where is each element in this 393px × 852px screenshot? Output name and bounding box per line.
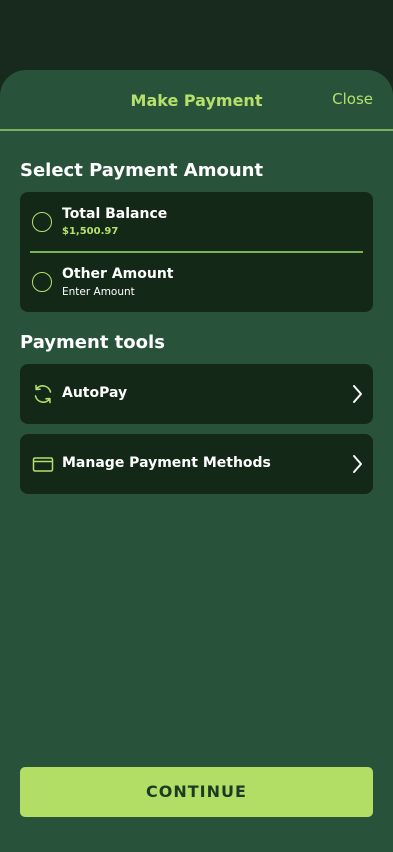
chevron-right-icon: [351, 454, 363, 474]
other-amount-label: Other Amount: [62, 266, 174, 282]
total-balance-label: Total Balance: [62, 206, 168, 222]
close-button[interactable]: Close: [332, 90, 373, 108]
continue-button[interactable]: CONTINUE: [20, 767, 373, 817]
total-balance-radio[interactable]: [32, 212, 52, 232]
total-balance-option[interactable]: Total Balance $1,500.97: [20, 192, 373, 252]
total-balance-amount: $1,500.97: [62, 226, 119, 237]
sheet-header: Make Payment Close: [0, 70, 393, 131]
other-amount-hint: Enter Amount: [62, 286, 135, 298]
chevron-right-icon: [351, 384, 363, 404]
autopay-label: AutoPay: [62, 385, 128, 401]
other-amount-option[interactable]: Other Amount Enter Amount: [20, 252, 373, 312]
wallet-icon: [32, 453, 54, 475]
autopay-item[interactable]: AutoPay: [20, 364, 373, 424]
select-amount-heading: Select Payment Amount: [20, 160, 264, 181]
other-amount-radio[interactable]: [32, 272, 52, 292]
refresh-icon: [32, 383, 54, 405]
manage-payment-methods-item[interactable]: Manage Payment Methods: [20, 434, 373, 494]
payment-tools-heading: Payment tools: [20, 332, 165, 353]
amount-options-card: Total Balance $1,500.97 Other Amount Ent…: [20, 192, 373, 312]
payment-sheet: Make Payment Close Select Payment Amount…: [0, 70, 393, 852]
manage-payment-methods-label: Manage Payment Methods: [62, 455, 271, 471]
